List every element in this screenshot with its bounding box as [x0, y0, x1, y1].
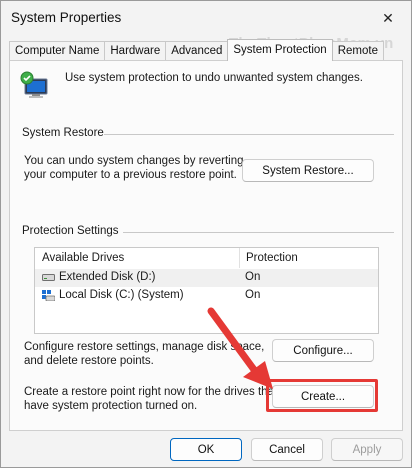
system-restore-group-label: System Restore: [22, 127, 104, 139]
create-highlight-box: [266, 379, 378, 412]
drive-name: Extended Disk (D:): [59, 271, 156, 283]
drive-icon: [42, 274, 55, 281]
title-bar: System Properties ✕: [1, 1, 411, 35]
tab-hardware[interactable]: Hardware: [104, 41, 167, 61]
ok-button[interactable]: OK: [170, 438, 242, 461]
system-restore-button[interactable]: System Restore...: [242, 159, 374, 182]
protection-settings-group-label: Protection Settings: [22, 225, 119, 237]
red-arrow-annotation: [207, 307, 273, 389]
tab-advanced[interactable]: Advanced: [165, 41, 229, 61]
column-header-available-drives[interactable]: Available Drives: [35, 248, 124, 268]
system-restore-divider: [104, 134, 394, 135]
configure-button[interactable]: Configure...: [272, 339, 374, 362]
close-button[interactable]: ✕: [365, 1, 411, 35]
system-drive-icon: [42, 290, 55, 301]
window-title: System Properties: [11, 10, 122, 25]
drive-protection-status: On: [245, 289, 261, 301]
column-header-protection[interactable]: Protection: [239, 248, 298, 268]
tab-strip: Computer Name Hardware Advanced System P…: [9, 39, 384, 61]
dialog-footer: OK Cancel Apply: [1, 433, 411, 467]
system-protection-icon: [20, 71, 48, 98]
tab-computer-name[interactable]: Computer Name: [9, 41, 106, 61]
cancel-button[interactable]: Cancel: [251, 438, 323, 461]
table-row[interactable]: Extended Disk (D:) On: [35, 269, 378, 287]
create-desc-line2: have system protection turned on.: [24, 400, 198, 412]
tab-system-protection[interactable]: System Protection: [227, 39, 333, 61]
close-icon: ✕: [382, 9, 394, 26]
tab-remote[interactable]: Remote: [331, 41, 384, 61]
system-restore-desc-line2: your computer to a previous restore poin…: [24, 169, 237, 181]
configure-desc-line2: and delete restore points.: [24, 355, 154, 367]
intro-text: Use system protection to undo unwanted s…: [65, 72, 363, 84]
system-properties-window: System Properties ✕ ThuThuatPhanMem.vn C…: [0, 0, 412, 468]
protection-settings-divider: [123, 232, 394, 233]
drive-protection-status: On: [245, 271, 261, 283]
system-restore-desc-line1: You can undo system changes by reverting: [24, 155, 244, 167]
apply-button[interactable]: Apply: [331, 438, 403, 461]
drive-name: Local Disk (C:) (System): [59, 289, 184, 301]
